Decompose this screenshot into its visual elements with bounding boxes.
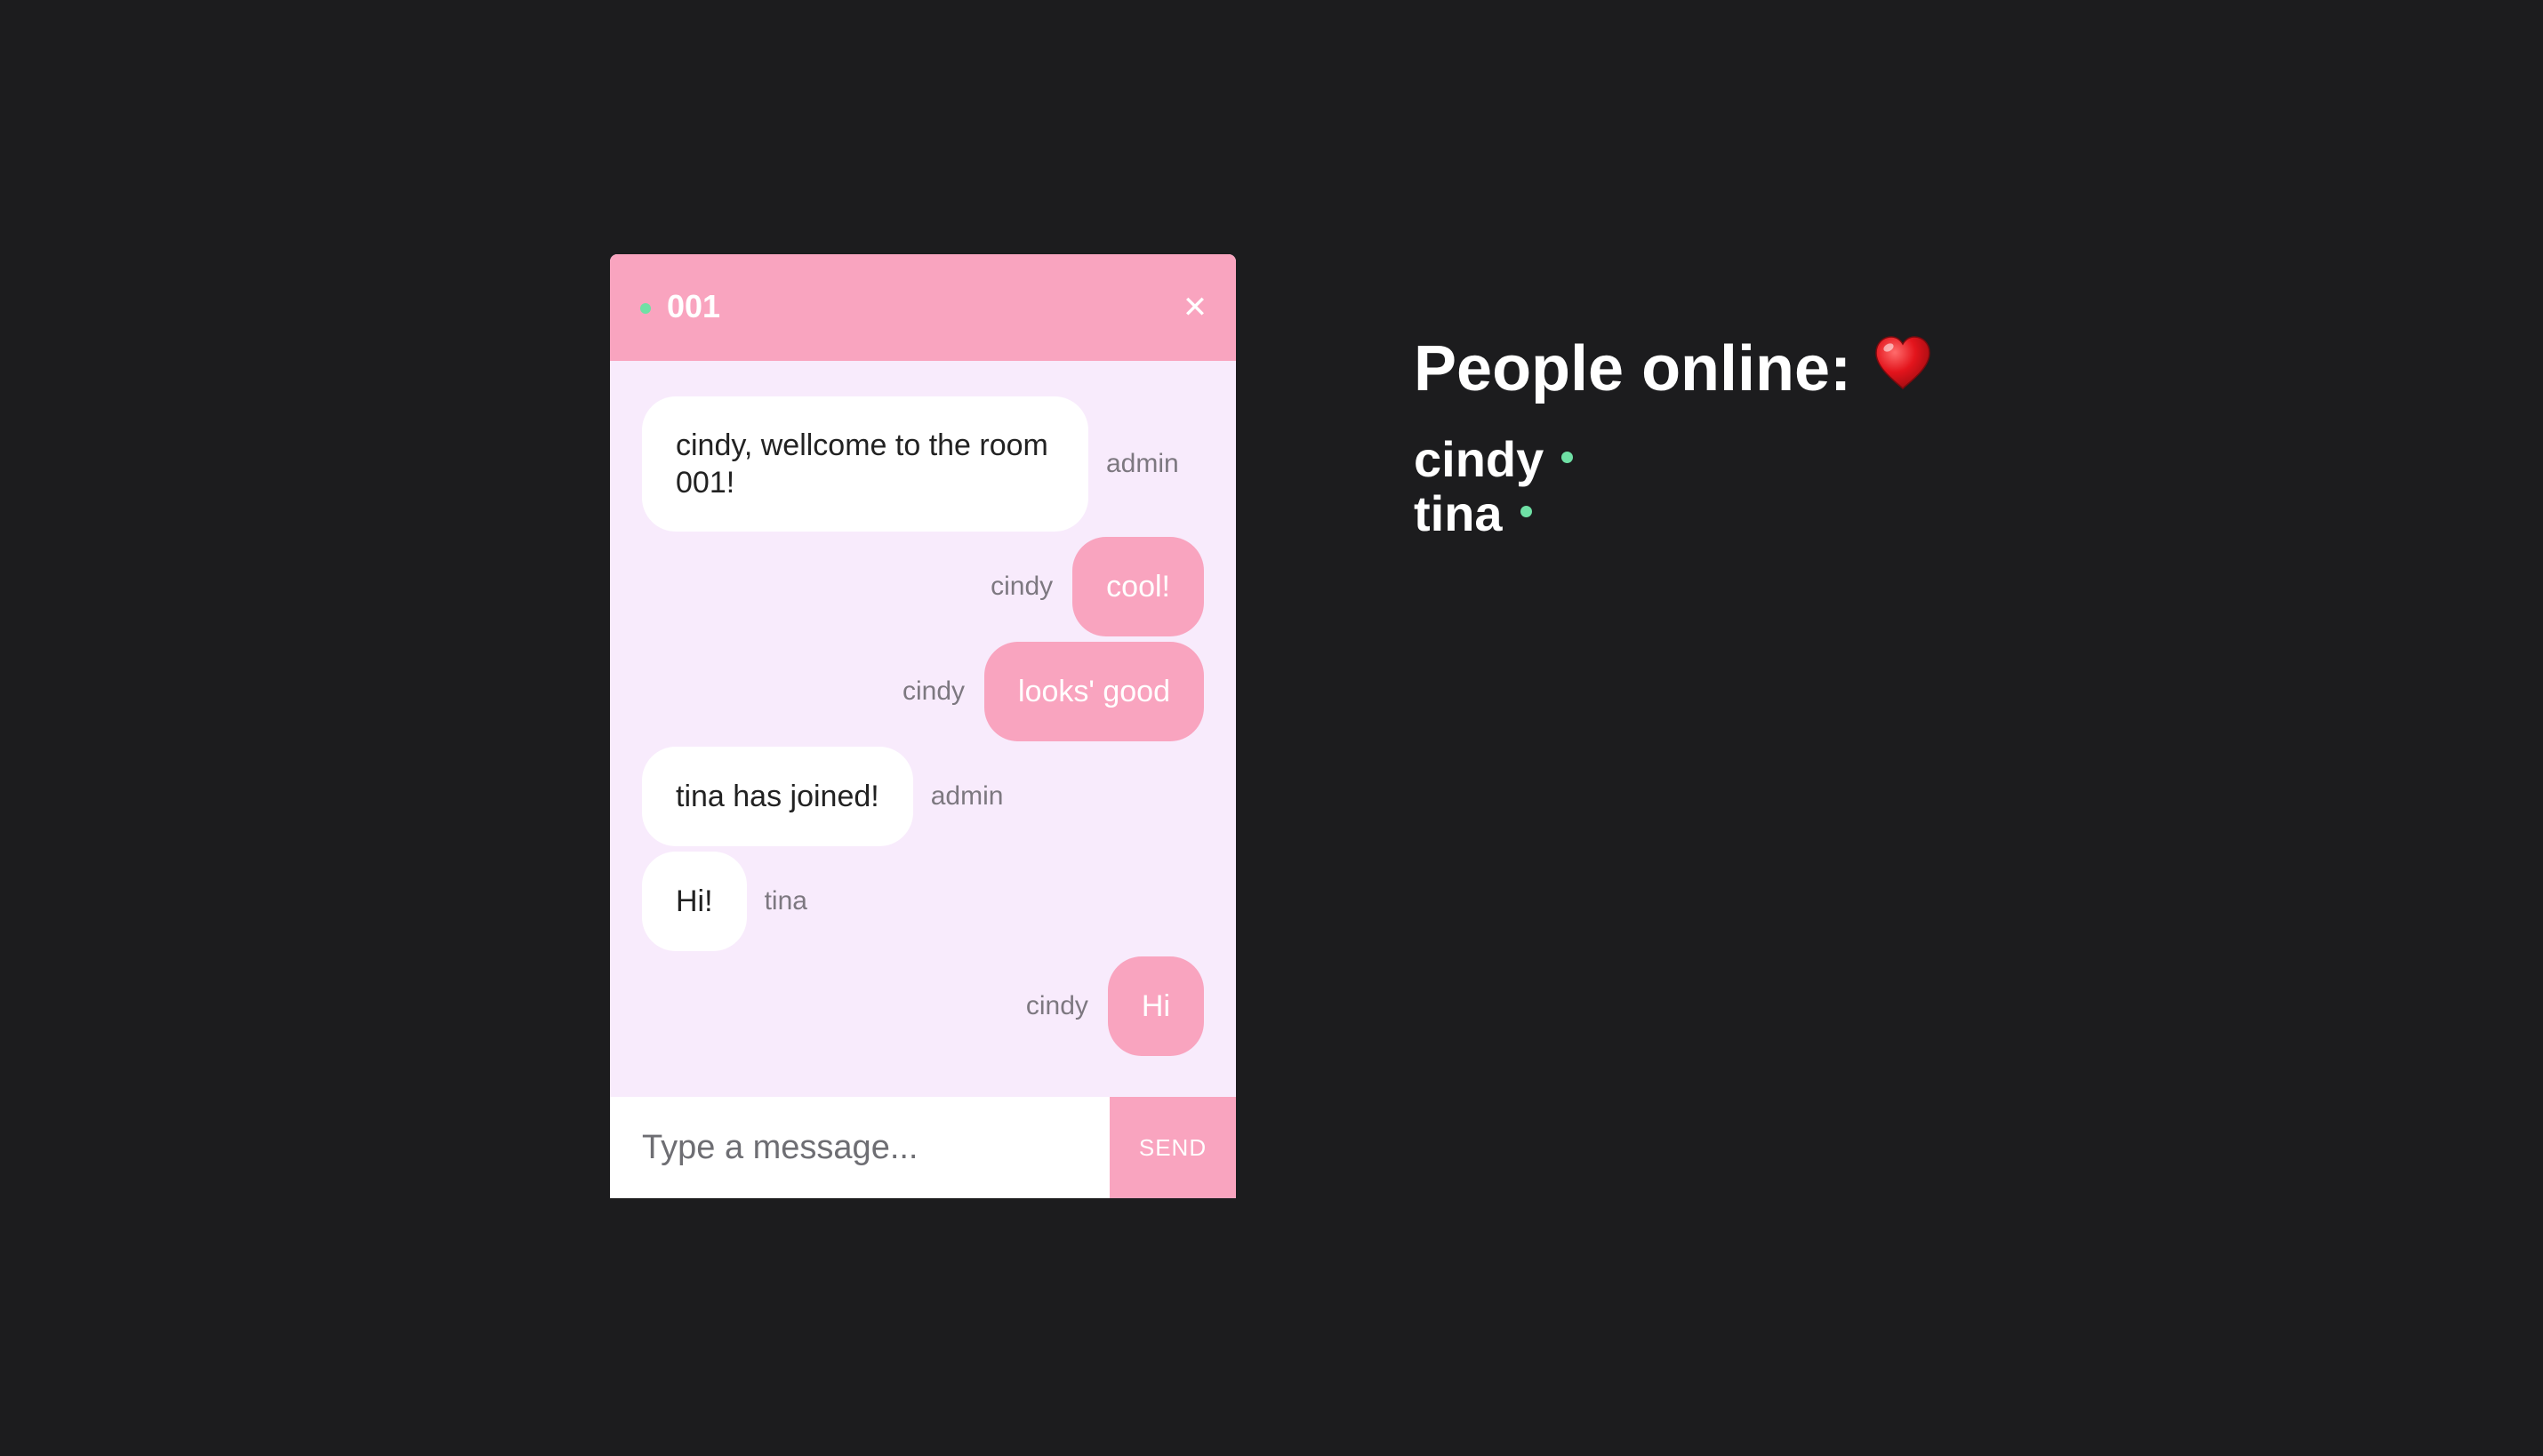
message-sender: cindy	[902, 676, 966, 706]
message-bubble: looks' good	[984, 642, 1204, 741]
message-item: looks' good cindy	[902, 642, 1204, 741]
message-bubble: Hi!	[642, 852, 747, 951]
online-status-dot	[1561, 452, 1574, 463]
message-item: Hi cindy	[1026, 956, 1204, 1056]
people-online-title: People online:	[1414, 333, 1852, 404]
people-online-list: cindy tina	[1414, 432, 1935, 540]
message-bubble: Hi	[1107, 956, 1204, 1056]
message-sender: admin	[930, 781, 1004, 811]
message-input[interactable]	[610, 1097, 1110, 1198]
chat-header: 001 ✕	[610, 254, 1236, 361]
message-bubble: cool!	[1072, 537, 1204, 636]
chat-window: 001 ✕ cindy, wellcome to the room 001! a…	[610, 254, 1236, 1198]
person-name: cindy	[1414, 431, 1544, 487]
message-bubble: tina has joined!	[642, 747, 913, 846]
message-item: tina has joined! admin	[642, 747, 1003, 846]
message-list: cindy, wellcome to the room 001! admin c…	[610, 361, 1236, 1084]
message-composer: SEND	[610, 1097, 1236, 1198]
people-online-title-row: People online:	[1414, 329, 1935, 409]
online-status-dot	[1520, 506, 1532, 517]
message-sender: cindy	[991, 572, 1054, 601]
send-button[interactable]: SEND	[1110, 1097, 1236, 1198]
message-item: cindy, wellcome to the room 001! admin	[642, 396, 1179, 532]
list-item: tina	[1414, 486, 1935, 540]
list-item: cindy	[1414, 432, 1935, 486]
message-sender: admin	[1106, 449, 1179, 478]
person-name: tina	[1414, 485, 1503, 541]
close-icon[interactable]: ✕	[1174, 286, 1216, 329]
message-sender: tina	[764, 886, 807, 916]
heart-icon	[1871, 332, 1935, 396]
message-bubble: cindy, wellcome to the room 001!	[642, 396, 1088, 532]
room-title: 001	[667, 288, 721, 324]
message-item: Hi! tina	[642, 852, 807, 951]
people-online-panel: People online: cindy tina	[1414, 329, 1935, 540]
message-item: cool! cindy	[991, 537, 1204, 636]
message-sender: cindy	[1025, 991, 1088, 1020]
room-status-dot	[640, 303, 651, 314]
